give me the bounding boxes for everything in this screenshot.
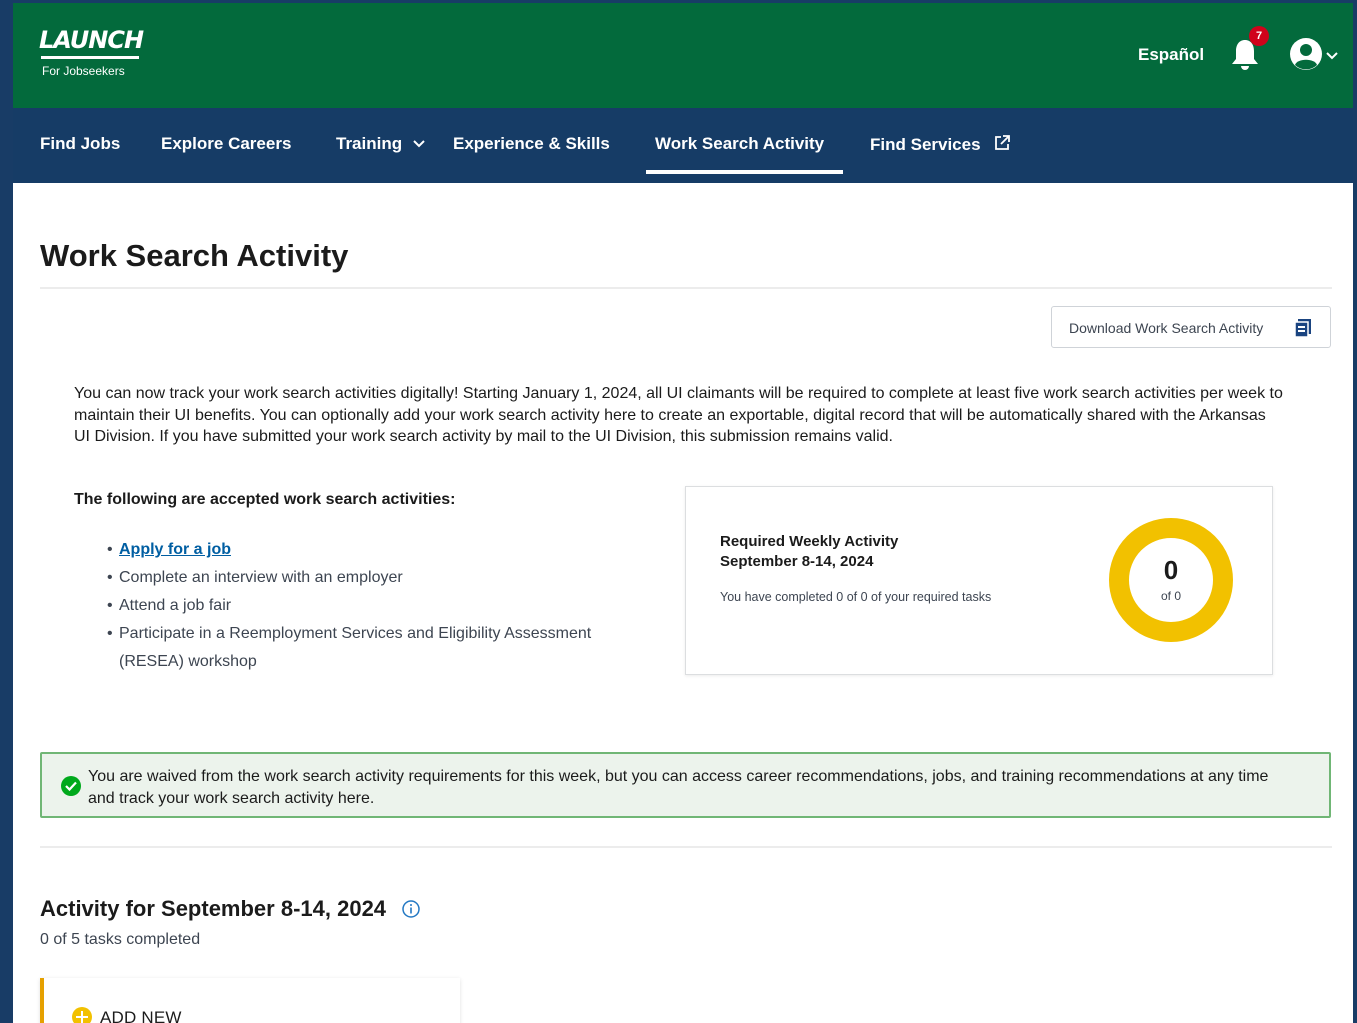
account-menu-button[interactable] <box>1288 36 1338 72</box>
donut-value: 0 <box>1163 555 1179 585</box>
check-circle-icon <box>61 776 81 796</box>
logo-underline <box>41 56 139 59</box>
weekly-card-heading: Required Weekly Activity <box>720 533 899 550</box>
nav-active-indicator <box>646 170 843 174</box>
list-item: Participate in a Reemployment Services a… <box>107 620 591 676</box>
progress-donut: 0 of 0 <box>1106 515 1236 645</box>
tasks-completed-text: 0 of 5 tasks completed <box>40 931 201 948</box>
nav-training[interactable]: Training <box>336 134 425 154</box>
nav-find-services[interactable]: Find Services <box>870 134 1011 155</box>
account-circle-icon <box>1290 38 1322 70</box>
list-item-text-continued: (RESEA) workshop <box>119 653 257 670</box>
week-activity-title: Activity for September 8-14, 2024 <box>40 896 387 921</box>
app-frame: LAUNCH For Jobseekers Español 7 Find Job… <box>13 3 1353 1023</box>
accepted-activities-heading: The following are accepted work search a… <box>74 491 456 508</box>
document-download-icon <box>1294 319 1311 338</box>
waiver-alert: You are waived from the work search acti… <box>40 752 1331 818</box>
list-item: Complete an interview with an employer <box>107 564 591 592</box>
logo-wordmark: LAUNCH <box>39 26 144 54</box>
list-item-text: Participate in a Reemployment Services a… <box>119 625 592 642</box>
nav-work-search-activity[interactable]: Work Search Activity <box>655 134 824 154</box>
download-work-search-button[interactable]: Download Work Search Activity <box>1051 306 1331 348</box>
nav-training-label: Training <box>336 134 403 153</box>
required-weekly-activity-card: Required Weekly Activity September 8-14,… <box>685 486 1273 675</box>
chevron-down-icon <box>413 140 425 148</box>
divider <box>40 846 1332 848</box>
weekly-card-date-range: September 8-14, 2024 <box>720 553 874 570</box>
intro-paragraph: You can now track your work search activ… <box>74 385 1283 445</box>
plus-circle-icon <box>72 1007 92 1023</box>
launch-logo[interactable]: LAUNCH For Jobseekers <box>39 25 144 78</box>
divider <box>40 287 1332 289</box>
nav-find-services-label: Find Services <box>870 135 981 154</box>
chevron-down-icon <box>1326 52 1338 60</box>
main-nav: Find Jobs Explore Careers Training Exper… <box>13 108 1353 183</box>
list-item: Apply for a job <box>107 536 591 564</box>
add-new-activity-button[interactable]: ADD NEW <box>40 978 460 1023</box>
language-link[interactable]: Español <box>1138 45 1204 65</box>
weekly-card-completed-text: You have completed 0 of 0 of your requir… <box>720 590 992 604</box>
list-item: Attend a job fair <box>107 592 591 620</box>
logo-subtitle: For Jobseekers <box>42 64 125 78</box>
weekly-card-title: Required Weekly Activity September 8-14,… <box>720 532 898 572</box>
info-icon[interactable] <box>401 899 421 919</box>
top-header: LAUNCH For Jobseekers Español 7 <box>13 3 1353 108</box>
external-link-icon <box>995 135 1011 150</box>
donut-total: of 0 <box>1160 589 1181 603</box>
accepted-activities-list: Apply for a job Complete an interview wi… <box>107 536 591 676</box>
notification-badge: 7 <box>1249 26 1269 46</box>
add-new-label: ADD NEW <box>100 1008 182 1023</box>
download-label: Download Work Search Activity <box>1069 320 1264 336</box>
nav-experience-skills[interactable]: Experience & Skills <box>453 134 610 154</box>
apply-for-job-link[interactable]: Apply for a job <box>119 541 231 558</box>
nav-find-jobs[interactable]: Find Jobs <box>40 134 120 154</box>
page-title: Work Search Activity <box>40 238 349 273</box>
alert-message: You are waived from the work search acti… <box>88 768 1269 807</box>
nav-explore-careers[interactable]: Explore Careers <box>161 134 291 154</box>
